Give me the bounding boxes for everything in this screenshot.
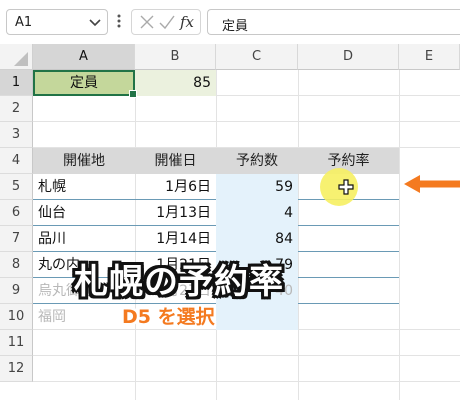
cell-b6[interactable]: 1月13日 bbox=[135, 200, 216, 226]
column-header-a[interactable]: A bbox=[33, 44, 135, 70]
name-box[interactable]: A1 bbox=[6, 9, 108, 35]
gridline bbox=[33, 381, 460, 382]
cancel-icon[interactable] bbox=[138, 11, 156, 37]
cell-b1[interactable]: 85 bbox=[135, 70, 216, 96]
cell-b7[interactable]: 1月14日 bbox=[135, 226, 216, 252]
row-header-9[interactable]: 9 bbox=[0, 278, 33, 304]
row-header-5[interactable]: 5 bbox=[0, 174, 33, 200]
more-icon[interactable] bbox=[116, 10, 122, 32]
column-header-b[interactable]: B bbox=[135, 44, 216, 70]
row-header-6[interactable]: 6 bbox=[0, 200, 33, 226]
column-header-c[interactable]: C bbox=[216, 44, 298, 70]
cell-c4-header[interactable]: 予約数 bbox=[216, 148, 298, 174]
overlay-subtitle: D5 を選択 bbox=[122, 306, 215, 328]
cell-c7[interactable]: 84 bbox=[216, 226, 298, 252]
name-box-value: A1 bbox=[15, 15, 33, 30]
row-header-3[interactable]: 3 bbox=[0, 122, 33, 148]
cell-a7[interactable]: 品川 bbox=[33, 226, 135, 252]
cell-a5[interactable]: 札幌 bbox=[33, 174, 135, 200]
cell-b4-header[interactable]: 開催日 bbox=[135, 148, 216, 174]
spreadsheet-grid: A B C D E 1 2 3 4 5 6 7 8 9 10 11 12 定員 … bbox=[0, 44, 460, 400]
gridline bbox=[33, 121, 460, 122]
gridline bbox=[298, 70, 299, 400]
formula-input[interactable]: 定員 bbox=[207, 9, 460, 35]
column-header-e[interactable]: E bbox=[399, 44, 460, 70]
arrow-left-icon bbox=[402, 174, 460, 194]
cell-c6[interactable]: 4 bbox=[216, 200, 298, 226]
gridline bbox=[399, 70, 400, 400]
row-header-10[interactable]: 10 bbox=[0, 304, 33, 330]
enter-icon[interactable] bbox=[158, 11, 176, 37]
row-header-11[interactable]: 11 bbox=[0, 330, 33, 356]
formula-bar: A1 fx 定員 bbox=[0, 0, 460, 44]
row-header-2[interactable]: 2 bbox=[0, 96, 33, 122]
select-all-corner[interactable] bbox=[0, 44, 33, 70]
cell-a10[interactable]: 福岡 bbox=[33, 304, 135, 330]
cell-a4-header[interactable]: 開催地 bbox=[33, 148, 135, 174]
cell-a6[interactable]: 仙台 bbox=[33, 200, 135, 226]
row-header-8[interactable]: 8 bbox=[0, 252, 33, 278]
cell-b5[interactable]: 1月6日 bbox=[135, 174, 216, 200]
svg-text:fx: fx bbox=[179, 13, 195, 31]
formula-buttons: fx bbox=[131, 9, 201, 35]
fx-icon[interactable]: fx bbox=[179, 11, 199, 37]
chevron-down-icon[interactable] bbox=[87, 13, 103, 31]
formula-value: 定員 bbox=[222, 19, 249, 34]
row-header-4[interactable]: 4 bbox=[0, 148, 33, 174]
cell-a1[interactable]: 定員 bbox=[33, 70, 135, 96]
cell-cursor-icon bbox=[338, 179, 354, 195]
row-header-1[interactable]: 1 bbox=[0, 70, 33, 96]
cell-c10[interactable] bbox=[216, 304, 298, 330]
column-header-d[interactable]: D bbox=[298, 44, 399, 70]
row-header-7[interactable]: 7 bbox=[0, 226, 33, 252]
overlay-title: 札幌の予約率 bbox=[74, 262, 284, 302]
row-header-12[interactable]: 12 bbox=[0, 356, 33, 382]
gridline bbox=[33, 355, 460, 356]
cell-c5[interactable]: 59 bbox=[216, 174, 298, 200]
